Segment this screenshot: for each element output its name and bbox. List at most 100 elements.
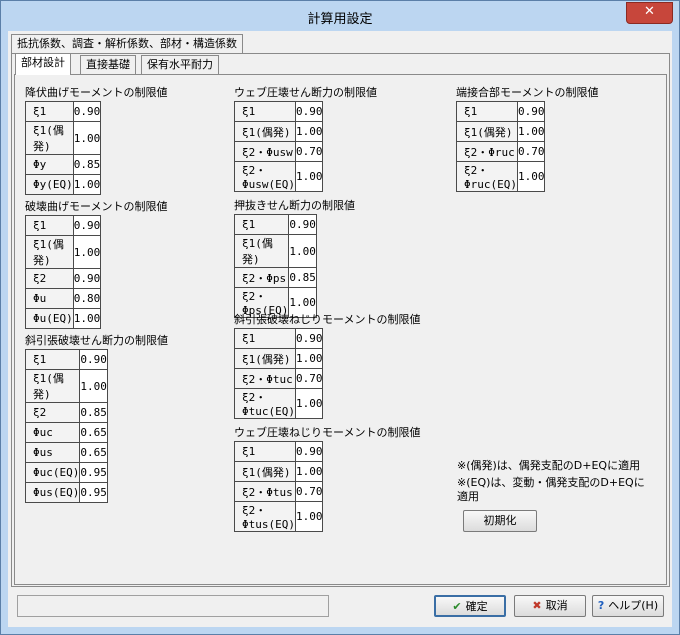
help-button[interactable]: ? ヘルプ(H) [592, 595, 664, 617]
table-row: ξ2・Φtuc(EQ) 1.00 [234, 388, 324, 419]
member-design-panel: 降伏曲げモーメントの制限値 ξ1 0.90 ξ1(偶発) 1.00 Φy 0.85 Φy(E… [14, 74, 667, 585]
coefficient-value-input[interactable]: 1.00 [516, 161, 546, 192]
coefficient-value-input[interactable]: 1.00 [294, 161, 324, 192]
coefficient-value-input[interactable]: 1.00 [516, 121, 546, 142]
section-title: 端接合部モーメントの制限値 [456, 86, 599, 99]
coefficient-label: ξ1 [233, 214, 290, 235]
close-button[interactable]: ✕ [626, 2, 673, 24]
coefficient-label: Φu [25, 288, 74, 309]
coefficient-value-input[interactable]: 0.85 [72, 154, 102, 175]
check-icon: ✔ [452, 600, 462, 613]
coefficient-value-input[interactable]: 0.90 [516, 101, 546, 122]
coefficient-table: ξ1 0.90 ξ1(偶発) 1.00 ξ2・Φtus 0.70 ξ2・Φtus(EQ) 1.… [234, 441, 324, 532]
coefficient-table: ξ1 0.90 ξ1(偶発) 1.00 Φy 0.85 Φy(EQ) 1.00 [25, 101, 102, 195]
coefficient-value-input[interactable]: 0.85 [288, 267, 317, 288]
coefficient-label: ξ2・Φruc [456, 141, 518, 162]
section-title: ウェブ圧壊せん断力の制限値 [234, 86, 377, 99]
coefficient-table: ξ1 0.90 ξ1(偶発) 1.00 ξ2・Φps 0.85 ξ2・Φps(EQ) 1.00 [233, 214, 317, 318]
initialize-button[interactable]: 初期化 [463, 510, 537, 532]
coefficient-label: ξ1(偶発) [456, 121, 518, 142]
window-title: 計算用設定 [307, 12, 373, 27]
coefficient-value-input[interactable]: 0.95 [79, 462, 108, 483]
coefficient-value-input[interactable]: 0.90 [72, 101, 102, 122]
table-row: Φuc(EQ) 0.95 [24, 462, 108, 483]
tab-member-design[interactable]: 部材設計 [15, 53, 71, 75]
coefficient-value-input[interactable]: 0.65 [79, 442, 108, 463]
table-row: ξ1 0.90 [25, 215, 102, 236]
coefficient-label: ξ1 [234, 441, 296, 462]
table-row: ξ1 0.90 [25, 101, 102, 122]
coefficient-value-input[interactable]: 0.90 [79, 349, 108, 370]
coefficient-label: ξ1(偶発) [233, 234, 290, 268]
coefficient-value-input[interactable]: 0.90 [294, 101, 324, 122]
coefficient-value-input[interactable]: 0.70 [516, 141, 546, 162]
table-row: Φuc 0.65 [24, 422, 108, 443]
coefficient-label: ξ1 [25, 215, 74, 236]
coefficient-value-input[interactable]: 1.00 [72, 308, 102, 329]
coefficient-value-input[interactable]: 0.95 [79, 482, 108, 503]
table-row: ξ1 0.90 [456, 101, 546, 122]
note-accidental: ※(偶発)は、偶発支配のD+EQに適用 [457, 459, 641, 472]
table-row: ξ1 0.90 [234, 441, 324, 462]
coefficient-value-input[interactable]: 0.90 [72, 215, 102, 236]
coefficient-label: ξ2・Φtus(EQ) [234, 501, 296, 532]
table-row: Φus 0.65 [24, 442, 108, 463]
tab-horizontal-capacity[interactable]: 保有水平耐力 [141, 55, 219, 75]
coefficient-value-input[interactable]: 1.00 [72, 235, 102, 269]
section-title: 押抜きせん断力の制限値 [234, 199, 355, 212]
coefficient-value-input[interactable]: 1.00 [294, 461, 324, 482]
tab-direct-foundation[interactable]: 直接基礎 [80, 55, 136, 75]
coefficient-value-input[interactable]: 1.00 [72, 174, 102, 195]
coefficient-value-input[interactable]: 0.90 [294, 328, 324, 349]
table-row: Φu(EQ) 1.00 [25, 308, 102, 329]
table-row: ξ1(偶発) 1.00 [234, 348, 324, 369]
coefficient-value-input[interactable]: 1.00 [294, 388, 324, 419]
coefficient-value-input[interactable]: 1.00 [294, 121, 324, 142]
coefficient-value-input[interactable]: 0.70 [294, 368, 324, 389]
coefficient-table: ξ1 0.90 ξ1(偶発) 1.00 ξ2 0.85 Φuc 0.65 Φus 0.65 Φuc(… [24, 349, 108, 503]
coefficient-value-input[interactable]: 0.70 [294, 481, 324, 502]
coefficient-value-input[interactable]: 0.80 [72, 288, 102, 309]
coefficient-label: Φy [25, 154, 74, 175]
table-row: ξ1(偶発) 1.00 [25, 235, 102, 269]
table-row: Φu 0.80 [25, 288, 102, 309]
coefficient-label: ξ2・Φps [233, 267, 290, 288]
coefficient-value-input[interactable]: 1.00 [79, 369, 108, 403]
title-bar: 計算用設定 ✕ [1, 1, 679, 31]
note-eq: ※(EQ)は、変動・偶発支配のD+EQに [457, 476, 645, 489]
tab-coefficients[interactable]: 抵抗係数、調査・解析係数、部材・構造係数 [11, 34, 243, 54]
coefficient-label: ξ2・Φusw(EQ) [234, 161, 296, 192]
coefficient-value-input[interactable]: 0.90 [72, 268, 102, 289]
table-row: ξ1(偶発) 1.00 [234, 461, 324, 482]
coefficient-value-input[interactable]: 1.00 [72, 121, 102, 155]
section-title: 斜引張破壊せん断力の制限値 [25, 334, 168, 347]
table-row: ξ2・Φps 0.85 [233, 267, 317, 288]
coefficient-value-input[interactable]: 1.00 [288, 234, 317, 268]
coefficient-label: ξ2・Φruc(EQ) [456, 161, 518, 192]
cancel-button[interactable]: ✖ 取消 [514, 595, 586, 617]
coefficient-value-input[interactable]: 0.85 [79, 402, 108, 423]
table-row: ξ1 0.90 [233, 214, 317, 235]
coefficient-value-input[interactable]: 0.90 [294, 441, 324, 462]
table-row: ξ1(偶発) 1.00 [234, 121, 324, 142]
table-row: ξ2・Φruc 0.70 [456, 141, 546, 162]
ok-button[interactable]: ✔ 確定 [434, 595, 506, 617]
table-row: ξ1 0.90 [234, 328, 324, 349]
coefficient-label: Φuc(EQ) [24, 462, 81, 483]
coefficient-value-input[interactable]: 1.00 [294, 501, 324, 532]
table-row: Φy 0.85 [25, 154, 102, 175]
coefficient-label: ξ1(偶発) [234, 121, 296, 142]
coefficient-table: ξ1 0.90 ξ1(偶発) 1.00 ξ2・Φtuc 0.70 ξ2・Φtuc(EQ) 1.… [234, 328, 324, 419]
table-row: Φy(EQ) 1.00 [25, 174, 102, 195]
coefficient-label: ξ1(偶発) [234, 461, 296, 482]
help-label: ヘルプ(H) [608, 599, 659, 612]
coefficient-value-input[interactable]: 1.00 [294, 348, 324, 369]
coefficient-label: ξ2・Φusw [234, 141, 296, 162]
section-title: 降伏曲げモーメントの制限値 [25, 86, 168, 99]
coefficient-value-input[interactable]: 0.65 [79, 422, 108, 443]
coefficient-value-input[interactable]: 0.70 [294, 141, 324, 162]
coefficient-label: Φus(EQ) [24, 482, 81, 503]
coefficient-label: ξ1(偶発) [24, 369, 81, 403]
coefficient-value-input[interactable]: 0.90 [288, 214, 317, 235]
coefficient-table: ξ1 0.90 ξ1(偶発) 1.00 ξ2・Φruc 0.70 ξ2・Φruc(EQ) 1.… [456, 101, 546, 192]
